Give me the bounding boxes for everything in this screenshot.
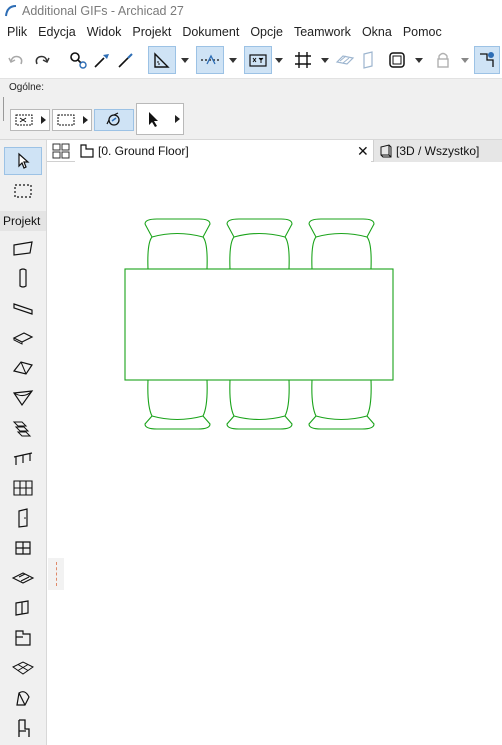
magic-wand-button[interactable] <box>94 109 134 131</box>
guide-lines-icon[interactable] <box>196 46 224 74</box>
marquee-tool-icon[interactable] <box>4 177 42 205</box>
find-select-icon[interactable] <box>66 46 90 74</box>
standard-toolbar <box>0 42 502 78</box>
coordinates-dropdown[interactable] <box>272 46 286 74</box>
morph-tool-icon[interactable] <box>4 684 42 712</box>
info-box-label: Ogólne: <box>9 82 45 93</box>
tab-ground-floor[interactable]: [0. Ground Floor] ✕ <box>75 140 371 162</box>
info-box-divider <box>3 97 4 121</box>
chair-bottom-3[interactable] <box>308 379 375 430</box>
menu-opcje[interactable]: Opcje <box>246 25 287 39</box>
section-marker[interactable] <box>48 558 64 590</box>
eyedropper-icon[interactable] <box>90 46 114 74</box>
title-bar: Additional GIFs - Archicad 27 <box>0 0 502 22</box>
grid-snap-dropdown[interactable] <box>318 46 332 74</box>
trace-icon[interactable] <box>334 46 356 74</box>
partial-structure-icon[interactable] <box>384 46 410 74</box>
dining-table[interactable] <box>124 268 394 381</box>
shell-tool-icon[interactable] <box>4 384 42 412</box>
grid-snap-icon[interactable] <box>290 46 316 74</box>
corner-window-tool-icon[interactable] <box>4 624 42 652</box>
column-tool-icon[interactable] <box>4 264 42 292</box>
floor-plan-drawing <box>124 218 394 430</box>
lock-dropdown[interactable] <box>458 46 472 74</box>
arrow-mode-button[interactable] <box>136 103 184 135</box>
object-tool-icon[interactable] <box>4 714 42 742</box>
selection-method-button[interactable] <box>10 109 50 131</box>
menu-pomoc[interactable]: Pomoc <box>399 25 446 39</box>
slab-tool-icon[interactable] <box>4 324 42 352</box>
tab-3d-all-label: [3D / Wszystko] <box>396 144 480 158</box>
gravity-dropdown[interactable] <box>178 46 192 74</box>
menu-teamwork[interactable]: Teamwork <box>290 25 355 39</box>
roof-tool-icon[interactable] <box>4 354 42 382</box>
wall-tool-icon[interactable] <box>4 234 42 262</box>
lock-icon[interactable] <box>432 46 454 74</box>
close-tab-icon[interactable]: ✕ <box>357 143 369 160</box>
window-title: Additional GIFs - Archicad 27 <box>22 4 184 18</box>
chair-top-1[interactable] <box>144 218 211 270</box>
redo-icon[interactable] <box>30 46 54 74</box>
door-tool-icon[interactable] <box>4 504 42 532</box>
menu-bar: Plik Edycja Widok Projekt Dokument Opcje… <box>0 22 502 42</box>
gravity-icon[interactable] <box>148 46 176 74</box>
menu-plik[interactable]: Plik <box>3 25 31 39</box>
guide-lines-dropdown[interactable] <box>226 46 240 74</box>
stair-tool-icon[interactable] <box>4 414 42 442</box>
coordinates-icon[interactable] <box>244 46 272 74</box>
curtain-wall-tool-icon[interactable] <box>4 474 42 502</box>
marquee-shape-button[interactable] <box>52 109 92 131</box>
syringe-icon[interactable] <box>114 46 138 74</box>
floor-plan-icon <box>79 143 95 159</box>
chair-top-3[interactable] <box>308 218 375 270</box>
menu-widok[interactable]: Widok <box>83 25 126 39</box>
menu-projekt[interactable]: Projekt <box>128 25 175 39</box>
toolbox-section-projekt[interactable]: Projekt <box>0 211 46 231</box>
toolbox: Projekt <box>0 140 47 745</box>
tab-ground-floor-label: [0. Ground Floor] <box>98 144 189 158</box>
partial-structure-dropdown[interactable] <box>412 46 426 74</box>
railing-tool-icon[interactable] <box>4 444 42 472</box>
wall-end-tool-icon[interactable] <box>4 594 42 622</box>
menu-okna[interactable]: Okna <box>358 25 396 39</box>
menu-dokument[interactable]: Dokument <box>178 25 243 39</box>
undo-icon[interactable] <box>4 46 28 74</box>
arrow-tool-icon[interactable] <box>4 147 42 175</box>
3d-view-icon <box>378 143 394 159</box>
teamwork-reserve-icon[interactable] <box>474 46 500 74</box>
navigator-grid-icon[interactable] <box>51 142 71 160</box>
chair-bottom-1[interactable] <box>144 379 211 430</box>
info-box: Ogólne: <box>0 78 502 140</box>
chair-bottom-2[interactable] <box>226 379 293 430</box>
view-tab-bar: [0. Ground Floor] ✕ [3D / Wszystko] <box>47 140 502 162</box>
layer-icon[interactable] <box>358 46 378 74</box>
skylight-tool-icon[interactable] <box>4 564 42 592</box>
tab-3d-all[interactable]: [3D / Wszystko] <box>373 140 502 162</box>
menu-edycja[interactable]: Edycja <box>34 25 80 39</box>
beam-tool-icon[interactable] <box>4 294 42 322</box>
floor-plan-canvas[interactable] <box>47 162 502 745</box>
mesh-tool-icon[interactable] <box>4 654 42 682</box>
window-tool-icon[interactable] <box>4 534 42 562</box>
archicad-logo-icon <box>2 0 20 22</box>
chair-top-2[interactable] <box>226 218 293 270</box>
